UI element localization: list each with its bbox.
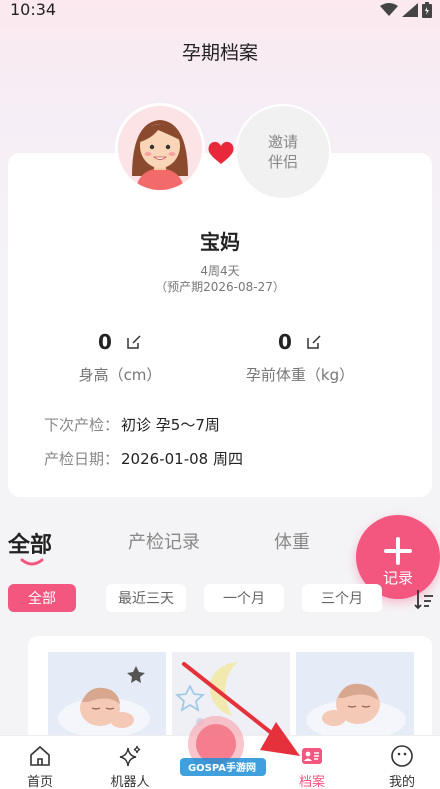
invite-partner-button[interactable]: 邀请 伴侣: [235, 104, 331, 200]
battery-icon: [422, 2, 432, 18]
filter-one-month-chip[interactable]: 一个月: [204, 584, 284, 612]
tutorial-arrow-icon: [182, 662, 300, 756]
height-value: 0: [98, 330, 112, 354]
page-title: 孕期档案: [181, 42, 258, 64]
weight-stat: 0 孕前体重（kg）: [220, 330, 380, 385]
nav-archive-label: 档案: [298, 775, 325, 789]
sort-filter-icon[interactable]: [414, 588, 434, 610]
nav-robot-label: 机器人: [110, 775, 150, 789]
tab-weight[interactable]: 体重: [274, 528, 310, 554]
checkup-date-row: 产检日期： 2026-01-08 周四: [44, 448, 243, 469]
weight-label: 孕前体重（kg）: [245, 366, 355, 384]
tab-checkup-records[interactable]: 产检记录: [128, 528, 200, 554]
home-icon: [30, 745, 50, 766]
filter-all-chip[interactable]: 全部: [8, 584, 76, 612]
nav-robot[interactable]: 机器人: [90, 736, 170, 789]
checkup-date-label: 产检日期：: [44, 450, 120, 468]
nav-mine[interactable]: 我的: [362, 736, 440, 789]
invite-label-line1: 邀请: [267, 133, 298, 151]
tab-active-indicator: [20, 558, 44, 566]
smile-icon: [391, 745, 413, 767]
avatar[interactable]: [115, 103, 205, 193]
edit-weight-icon[interactable]: [306, 334, 322, 350]
height-label: 身高（cm）: [78, 366, 162, 384]
nav-mine-label: 我的: [388, 775, 415, 789]
profile-name: 宝妈: [200, 230, 240, 254]
due-date: （预产期2026-08-27）: [155, 280, 285, 294]
sparkle-icon: [119, 745, 141, 767]
edit-height-icon[interactable]: [126, 334, 142, 350]
status-bar: 10:34: [0, 0, 440, 24]
plus-icon: [384, 537, 412, 565]
status-icons: [380, 2, 432, 18]
next-checkup-label: 下次产检：: [44, 416, 120, 434]
nav-home-label: 首页: [26, 775, 53, 789]
watermark-text: GOSPA手游网: [188, 761, 256, 774]
filter-three-months-chip[interactable]: 三个月: [302, 584, 382, 612]
pregnancy-weeks: 4周4天: [200, 264, 240, 278]
invite-label-line2: 伴侣: [267, 153, 298, 171]
next-checkup-row: 下次产检： 初诊 孕5～7周: [44, 414, 220, 435]
wifi-icon: [380, 3, 398, 16]
status-time: 10:34: [10, 0, 57, 19]
heart-icon: [208, 141, 234, 164]
weight-value: 0: [278, 330, 292, 354]
filter-last-three-days-chip[interactable]: 最近三天: [106, 584, 186, 612]
checkup-date-value: 2026-01-08 周四: [121, 450, 243, 468]
profile-card: [8, 153, 432, 497]
nav-home[interactable]: 首页: [0, 736, 80, 789]
mom-avatar-icon: [118, 106, 202, 190]
baby-photo[interactable]: [48, 652, 166, 738]
signal-icon: [402, 3, 418, 17]
sleeping-baby-image: [48, 652, 166, 738]
height-stat: 0 身高（cm）: [40, 330, 200, 385]
next-checkup-value: 初诊 孕5～7周: [121, 416, 220, 434]
tab-all[interactable]: 全部: [8, 527, 52, 559]
